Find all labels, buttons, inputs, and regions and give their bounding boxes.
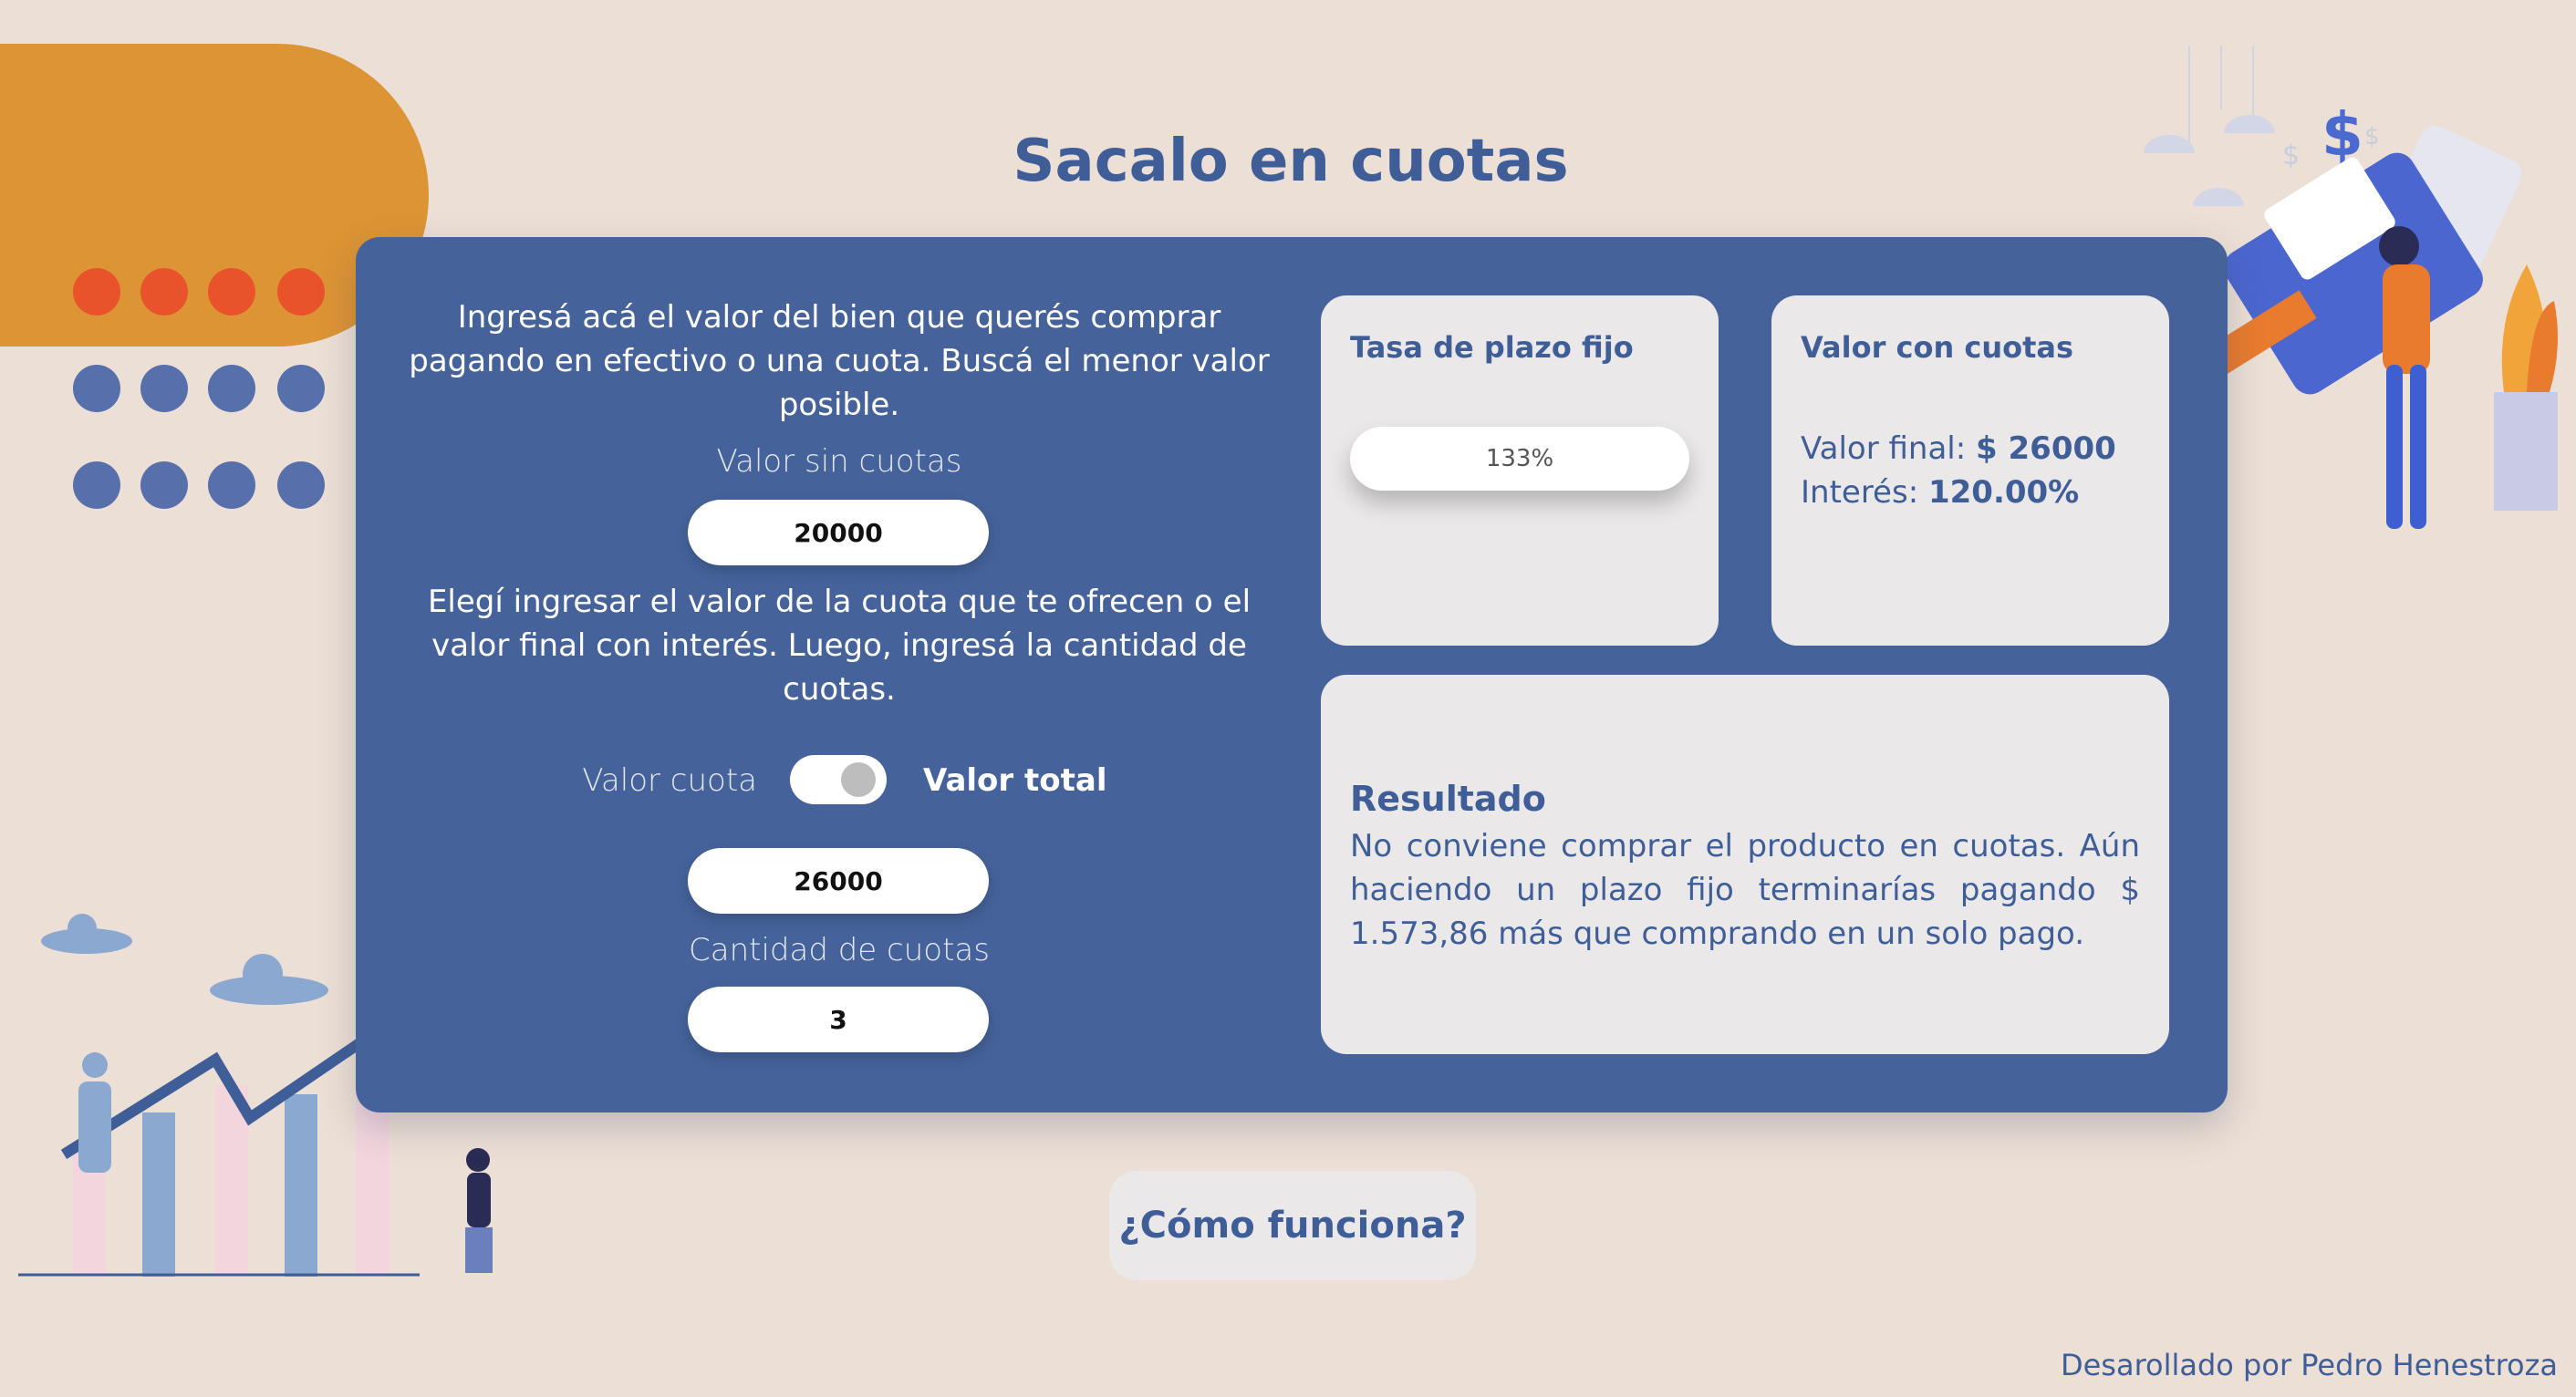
rate-display[interactable]: 133% — [1350, 427, 1689, 491]
interest-line: Interés: 120.00% — [1801, 474, 2079, 511]
cloud-icon — [41, 914, 328, 1005]
final-value-line: Valor final: $ 26000 — [1801, 430, 2116, 467]
page-title: Sacalo en cuotas — [1013, 128, 1569, 195]
installment-value-card-title: Valor con cuotas — [1801, 330, 2074, 365]
total-value-input[interactable] — [688, 848, 989, 914]
installments-input[interactable] — [688, 987, 989, 1052]
value-mode-toggle[interactable] — [790, 755, 887, 804]
intro-text-price: Ingresá acá el valor del bien que querés… — [409, 299, 1270, 423]
toggle-label-total-value: Valor total — [923, 762, 1107, 799]
final-value-label: Valor final: — [1801, 430, 1967, 467]
interest-value: 120.00% — [1927, 474, 2080, 511]
price-label: Valor sin cuotas — [716, 443, 962, 480]
result-title: Resultado — [1350, 779, 1546, 819]
rate-card-title: Tasa de plazo fijo — [1350, 330, 1634, 365]
result-text: No conviene comprar el producto en cuota… — [1350, 828, 2140, 952]
how-it-works-button[interactable]: ¿Cómo funciona? — [1109, 1171, 1476, 1280]
installments-label: Cantidad de cuotas — [689, 932, 990, 968]
footer-credit: Desarollado por Pedro Henestroza — [2060, 1348, 2558, 1382]
price-input[interactable] — [688, 500, 989, 565]
intro-text-installment: Elegí ingresar el valor de la cuota que … — [427, 584, 1252, 708]
toggle-knob — [841, 762, 876, 797]
toggle-label-installment-value: Valor cuota — [582, 762, 757, 799]
final-value-amount: $ 26000 — [1976, 430, 2116, 467]
interest-label: Interés: — [1801, 474, 1919, 511]
